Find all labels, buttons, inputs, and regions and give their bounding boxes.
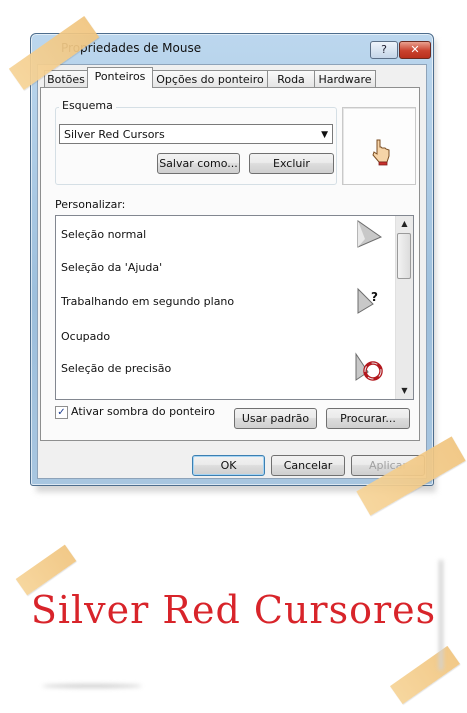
browse-button[interactable]: Procurar... [326, 408, 410, 429]
scheme-select-value: Silver Red Cursors [64, 128, 165, 141]
scheme-select[interactable]: Silver Red Cursors ▼ [59, 124, 333, 144]
scroll-thumb[interactable] [397, 233, 411, 279]
signature-title: Silver Red Cursores [30, 588, 437, 632]
tab-wheel[interactable]: Roda [267, 70, 315, 88]
customize-label: Personalizar: [55, 198, 126, 211]
cursor-list[interactable]: Seleção normal Seleção da 'Ajuda' ? Trab… [55, 215, 414, 400]
ok-button[interactable]: OK [192, 455, 265, 476]
list-item-label: Seleção de precisão [61, 362, 172, 375]
cancel-button[interactable]: Cancelar [271, 455, 345, 476]
help-button[interactable]: ? [370, 41, 398, 59]
tape-bottom-right [390, 645, 460, 705]
scheme-group-label: Esquema [59, 99, 116, 112]
scroll-up-icon[interactable]: ▲ [396, 216, 413, 232]
list-item[interactable]: Seleção normal [56, 216, 395, 250]
list-item-label: Trabalhando em segundo plano [61, 295, 235, 308]
arrow-pointer-icon [357, 220, 383, 248]
list-item-label: Ocupado [61, 330, 111, 343]
list-scrollbar[interactable]: ▲ ▼ [395, 216, 413, 399]
tab-buttons[interactable]: Botões [44, 70, 88, 88]
list-item[interactable]: Seleção da 'Ajuda' ? [56, 250, 395, 314]
cursor-preview [342, 107, 416, 185]
hand-cursor-icon [372, 139, 390, 166]
list-item-label: Seleção da 'Ajuda' [61, 261, 163, 274]
pointers-tab-page: Esquema Silver Red Cursors ▼ Salvar como… [40, 87, 420, 441]
pointer-shadow-label: Ativar sombra do ponteiro [71, 405, 215, 418]
tab-pointer-options[interactable]: Opções do ponteiro [152, 70, 268, 88]
chevron-down-icon: ▼ [321, 130, 328, 140]
list-item[interactable]: Ocupado [56, 318, 395, 352]
close-button[interactable]: ✕ [399, 41, 431, 59]
close-icon: ✕ [410, 43, 420, 56]
delete-scheme-button[interactable]: Excluir [249, 153, 334, 174]
use-default-button[interactable]: Usar padrão [234, 408, 317, 429]
save-as-button[interactable]: Salvar como... [157, 153, 240, 174]
tab-hardware[interactable]: Hardware [314, 70, 376, 88]
help-icon: ? [381, 43, 387, 56]
list-item[interactable]: Trabalhando em segundo plano [56, 284, 395, 381]
list-item[interactable]: Seleção de precisão [56, 352, 395, 386]
page-bottom-shadow [42, 684, 142, 688]
tab-pointers[interactable]: Ponteiros [87, 67, 153, 88]
list-item-label: Seleção normal [61, 228, 147, 241]
scroll-down-icon[interactable]: ▼ [396, 383, 413, 399]
pointer-shadow-checkbox[interactable]: ✓ [55, 406, 68, 419]
